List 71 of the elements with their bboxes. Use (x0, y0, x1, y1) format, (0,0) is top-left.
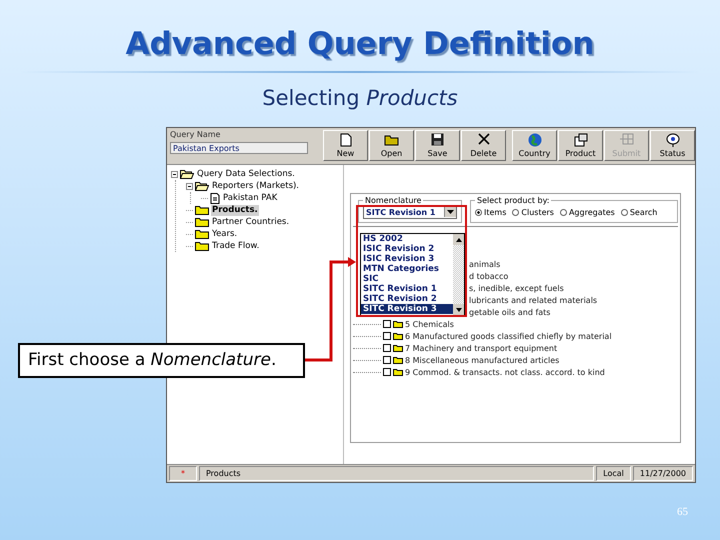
tree-item[interactable]: Reporters (Markets). (211, 180, 300, 192)
product-row[interactable]: 5 Chemicals (405, 320, 454, 328)
status-mode: Local (596, 466, 631, 481)
product-row[interactable]: d tobacco (469, 272, 508, 280)
scroll-up-icon[interactable] (456, 238, 462, 242)
dropdown-option[interactable]: HS 2002 (361, 234, 453, 244)
grid-icon (620, 133, 634, 145)
dropdown-option[interactable]: MTN Categories (361, 264, 453, 274)
dropdown-option[interactable]: ISIC Revision 2 (361, 244, 453, 254)
folder-icon (195, 241, 209, 251)
tree-item[interactable]: Products. (211, 204, 259, 216)
dropdown-option[interactable]: SITC Revision 3 (361, 304, 453, 314)
folder-icon (384, 133, 400, 146)
checkbox[interactable] (383, 332, 391, 340)
tree-item[interactable]: Query Data Selections. (196, 168, 296, 180)
document-icon (210, 192, 220, 204)
toolbar-button[interactable]: Status (650, 130, 695, 161)
delete-icon (478, 133, 490, 145)
product-row[interactable]: 7 Machinery and transport equipment (405, 344, 558, 352)
radio-option[interactable]: Items (475, 208, 506, 216)
toolbar-button[interactable]: Product (558, 130, 603, 161)
expander-icon[interactable] (171, 170, 178, 178)
expander-icon[interactable] (186, 182, 193, 190)
dropdown-option[interactable]: SITC Revision 1 (361, 284, 453, 294)
status-date: 11/27/2000 (632, 466, 693, 481)
product-row[interactable]: getable oils and fats (469, 308, 550, 316)
checkbox[interactable] (383, 344, 391, 352)
page-number: 65 (677, 506, 688, 518)
dropdown-option[interactable]: ISIC Revision 3 (361, 254, 453, 264)
status-mark: * (169, 466, 197, 481)
toolbar-button[interactable]: New (323, 130, 368, 161)
folder-icon (195, 217, 209, 227)
toolbar-button[interactable]: Save (415, 130, 460, 161)
product-row[interactable]: 9 Commod. & transacts. not class. accord. to kind (405, 368, 605, 376)
tree-item[interactable]: Years. (211, 228, 238, 240)
toolbar-button[interactable]: Delete (461, 130, 506, 161)
scroll-down-icon[interactable] (456, 308, 462, 312)
query-name-label: Query Name (170, 130, 222, 139)
checkbox[interactable] (383, 368, 391, 376)
caret-icon (447, 210, 454, 214)
slide-subtitle: Selecting Products (262, 85, 458, 111)
product-row[interactable]: animals (469, 260, 500, 268)
tree-item[interactable]: Partner Countries. (211, 216, 290, 228)
query-name-field[interactable]: Pakistan Exports (170, 142, 308, 154)
status-section: Products (199, 466, 594, 481)
checkbox[interactable] (383, 320, 391, 328)
radio-option[interactable]: Clusters (512, 208, 554, 216)
product-row[interactable]: lubricants and related materials (469, 296, 598, 304)
tree-item[interactable]: Trade Flow. (211, 240, 260, 252)
dropdown-option[interactable]: SITC Revision 2 (361, 294, 453, 304)
product-row[interactable]: s, inedible, except fuels (469, 284, 564, 292)
product-icon (574, 133, 588, 147)
radio-option[interactable]: Search (620, 208, 658, 216)
slide-title: Advanced Query Definition (126, 25, 594, 64)
dropdown-option[interactable]: SIC (361, 274, 453, 284)
product-row[interactable]: 6 Manufactured goods classified chiefly by material (405, 332, 612, 340)
help-balloon-icon (666, 133, 680, 147)
radio-option[interactable]: Aggregates (560, 208, 615, 216)
nomenclature-label: Nomenclature (364, 196, 422, 205)
select-by-label: Select product by: (476, 196, 550, 205)
tree-item[interactable]: Pakistan PAK (222, 192, 278, 204)
product-row[interactable]: 8 Miscellaneous manufactured articles (405, 356, 560, 364)
folder-icon (195, 205, 209, 215)
toolbar-button[interactable]: Open (369, 130, 414, 161)
callout-text: First choose a Nomenclature. (28, 350, 276, 370)
page-icon (340, 133, 352, 147)
checkbox[interactable] (383, 356, 391, 364)
globe-icon (528, 133, 542, 147)
folder-icon (195, 229, 209, 239)
toolbar-button[interactable]: Country (512, 130, 557, 161)
scrollbar[interactable] (453, 234, 464, 315)
